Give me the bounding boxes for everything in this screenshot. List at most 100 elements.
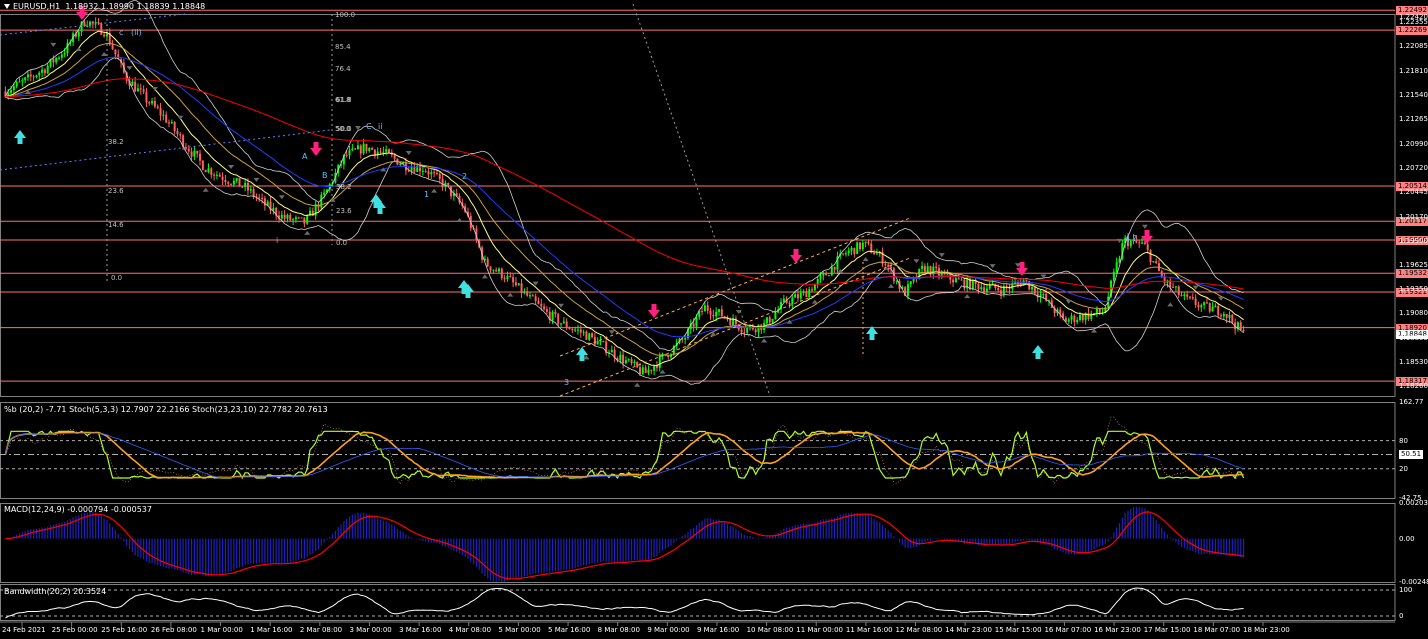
candle-body	[557, 314, 560, 324]
candle-body	[729, 319, 732, 326]
stoch-long-line	[5, 432, 1244, 478]
candle-body	[399, 163, 402, 165]
candle-body	[131, 81, 134, 86]
candle-body	[382, 151, 385, 153]
candle-body	[419, 165, 422, 172]
fractal-marker	[1218, 296, 1225, 301]
candle-body	[63, 53, 66, 55]
candle-body	[1146, 244, 1149, 250]
fractal-marker	[228, 164, 235, 169]
fractal-marker	[786, 319, 793, 324]
candle-body	[1174, 286, 1177, 288]
candle-body	[500, 268, 503, 279]
candle-body	[1225, 313, 1228, 318]
candle-body	[46, 65, 49, 74]
candle-body	[506, 275, 509, 280]
candle-body	[864, 241, 867, 243]
candle-body	[509, 275, 512, 278]
dropdown-icon[interactable]	[4, 4, 10, 9]
candle-body	[796, 294, 799, 299]
candle-body	[534, 296, 537, 302]
fib-label: 61.8	[336, 96, 352, 104]
candle-body	[199, 153, 202, 161]
candle-body	[1112, 271, 1115, 281]
candle-body	[859, 242, 862, 250]
candle-body	[345, 154, 348, 156]
candle-body	[413, 167, 416, 172]
candle-body	[884, 263, 887, 265]
candle-body	[176, 131, 179, 135]
candle-body	[286, 214, 289, 219]
candle-body	[627, 359, 630, 361]
candle-body	[873, 252, 876, 255]
candle-body	[952, 279, 955, 283]
candle-body	[354, 148, 357, 150]
candle-body	[983, 287, 986, 292]
candle-body	[1211, 307, 1214, 312]
candle-body	[24, 77, 27, 81]
candle-body	[514, 282, 517, 286]
candle-body	[224, 179, 227, 183]
candle-body	[300, 217, 303, 219]
candle-body	[754, 329, 757, 333]
candle-body	[210, 168, 213, 175]
fib-label: 38.2	[336, 183, 352, 191]
candle-body	[1073, 315, 1076, 323]
candle-body	[365, 143, 368, 151]
x-tick-label: 17 Mar 15:00	[1143, 626, 1191, 634]
candle-body	[173, 122, 176, 132]
candle-body	[492, 269, 495, 271]
price-tick: 1.22085	[1399, 42, 1428, 51]
candle-body	[568, 327, 571, 330]
wave-label: 1	[424, 190, 430, 199]
ma-slow	[5, 78, 1244, 290]
candle-body	[320, 194, 323, 208]
candle-body	[1098, 308, 1101, 313]
wave-label: B	[322, 171, 328, 180]
candle-body	[602, 341, 605, 343]
candle-body	[489, 266, 492, 271]
candle-body	[362, 143, 365, 154]
wave-label: i	[276, 236, 279, 245]
candle-body	[954, 278, 957, 283]
price-tick: 1.18530	[1399, 358, 1428, 367]
x-tick-label: 14 Mar 23:00	[945, 626, 992, 634]
candle-body	[294, 217, 297, 220]
wave-label: ii	[378, 122, 383, 131]
candle-body	[235, 178, 238, 181]
fractal-marker	[101, 51, 108, 56]
candle-body	[29, 74, 32, 77]
price-tick: 1.20445	[1399, 188, 1428, 197]
x-tick-label: 12 Mar 08:00	[895, 626, 943, 634]
bw-tick: 0	[1399, 612, 1404, 620]
candle-body	[230, 183, 233, 185]
candle-body	[306, 215, 309, 224]
candle-body	[427, 171, 430, 175]
candle-body	[529, 295, 532, 297]
candle-body	[1197, 305, 1200, 308]
candle-body	[1081, 315, 1084, 321]
candle-body	[10, 90, 13, 93]
candle-body	[653, 365, 656, 371]
x-tick-label: 18 Mar 23:00	[1243, 626, 1290, 634]
candle-body	[165, 114, 168, 123]
candle-body	[38, 72, 41, 76]
candle-body	[636, 361, 639, 368]
candle-body	[709, 310, 712, 315]
candle-body	[619, 354, 622, 361]
chart-header: EURUSD,H1 1.18932 1.18990 1.18839 1.1884…	[4, 2, 205, 12]
pane-frame-3	[0, 503, 1396, 583]
candle-body	[142, 89, 145, 92]
candle-body	[190, 151, 193, 157]
candle-body	[204, 169, 207, 173]
candle-body	[1191, 297, 1194, 299]
candle-body	[757, 324, 760, 333]
candle-body	[610, 349, 613, 353]
candle-body	[791, 297, 794, 305]
trading-chart[interactable]	[0, 0, 1428, 639]
candle-body	[60, 54, 63, 58]
candle-body	[717, 309, 720, 312]
candle-body	[1189, 296, 1192, 298]
x-tick-label: 24 Feb 2021	[2, 626, 46, 634]
candle-body	[641, 367, 644, 375]
